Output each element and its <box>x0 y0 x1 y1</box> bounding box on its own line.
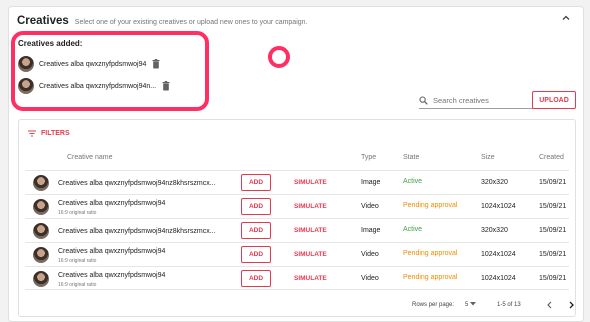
column-header-state: State <box>403 154 420 161</box>
creative-created: 15/09/21 <box>539 203 567 210</box>
add-button[interactable]: ADD <box>241 246 271 263</box>
avatar <box>33 271 49 287</box>
filters-label: FILTERS <box>41 130 70 137</box>
add-button[interactable]: ADD <box>241 198 271 215</box>
avatar <box>33 199 49 215</box>
simulate-button[interactable]: SIMULATE <box>294 275 327 282</box>
creative-created: 15/09/21 <box>539 227 567 234</box>
creative-size: 1024x1024 <box>481 203 516 210</box>
chevron-up-icon[interactable] <box>561 13 571 23</box>
simulate-button[interactable]: SIMULATE <box>294 203 327 210</box>
avatar <box>33 247 49 263</box>
creative-name: Creatives alba qwxznyfpdsmwoj94nz8khsrsz… <box>58 228 216 235</box>
creative-size: 320x320 <box>481 227 508 234</box>
creatives-card: Creatives Select one of your existing cr… <box>8 6 584 322</box>
creative-name: Creatives alba qwxznyfpdsmwoj94nz8khsrsz… <box>58 180 216 187</box>
creative-type: Image <box>361 179 381 186</box>
status-badge: Pending approval <box>403 250 458 257</box>
search-input[interactable] <box>433 96 528 105</box>
chevron-right-icon[interactable] <box>567 300 576 310</box>
creative-type: Video <box>361 203 379 210</box>
caret-down-icon <box>470 302 477 306</box>
filter-icon <box>28 130 36 137</box>
upload-button[interactable]: UPLOAD <box>532 91 576 109</box>
section-header: Creatives Select one of your existing cr… <box>17 15 308 27</box>
avatar <box>33 223 49 239</box>
highlight-annotation-circle <box>268 46 290 68</box>
creative-created: 15/09/21 <box>539 275 567 282</box>
rows-per-page-value: 5 <box>465 302 469 308</box>
search-icon <box>419 96 428 105</box>
column-header-size: Size <box>481 154 495 161</box>
rows-per-page-label: Rows per page: <box>412 302 455 308</box>
search-field[interactable] <box>419 93 537 109</box>
highlight-annotation-box <box>11 31 209 111</box>
creative-size: 320x320 <box>481 179 508 186</box>
add-button[interactable]: ADD <box>241 174 271 191</box>
section-title: Creatives <box>17 15 69 27</box>
chevron-left-icon[interactable] <box>545 300 554 310</box>
status-badge: Pending approval <box>403 202 458 209</box>
table-row: Creatives alba qwxznyfpdsmwoj94 16:9 ori… <box>25 242 569 266</box>
table-row: Creatives alba qwxznyfpdsmwoj94 16:9 ori… <box>25 194 569 218</box>
status-badge: Pending approval <box>403 274 458 281</box>
creative-type: Video <box>361 251 379 258</box>
pagination: Rows per page: 5 1-5 of 13 <box>19 298 577 314</box>
creatives-table-panel: FILTERS Creative name Type State Size Cr… <box>18 119 576 317</box>
creative-type: Image <box>361 227 381 234</box>
table-row: Creatives alba qwxznyfpdsmwoj94nz8khsrsz… <box>25 218 569 242</box>
column-header-name: Creative name <box>67 154 113 161</box>
creative-created: 15/09/21 <box>539 251 567 258</box>
table-row: Creatives alba qwxznyfpdsmwoj94 16:9 ori… <box>25 266 569 290</box>
avatar <box>33 175 49 191</box>
creative-type: Video <box>361 275 379 282</box>
creative-name: Creatives alba qwxznyfpdsmwoj94 <box>58 200 166 207</box>
creative-ratio: 16:9 original ratio <box>58 210 97 216</box>
add-button[interactable]: ADD <box>241 222 271 239</box>
status-badge: Active <box>403 178 423 185</box>
simulate-button[interactable]: SIMULATE <box>294 179 327 186</box>
column-header-created: Created <box>539 154 564 161</box>
section-subtitle: Select one of your existing creatives or… <box>74 19 308 26</box>
simulate-button[interactable]: SIMULATE <box>294 227 327 234</box>
creative-name: Creatives alba qwxznyfpdsmwoj94 <box>58 248 166 255</box>
creative-ratio: 16:9 original ratio <box>58 258 97 264</box>
creative-created: 15/09/21 <box>539 179 567 186</box>
add-button[interactable]: ADD <box>241 270 271 287</box>
column-header-type: Type <box>361 154 377 161</box>
creative-size: 1024x1024 <box>481 251 516 258</box>
creative-name: Creatives alba qwxznyfpdsmwoj94 <box>58 272 166 279</box>
table-row: Creatives alba qwxznyfpdsmwoj94nz8khsrsz… <box>25 170 569 194</box>
rows-per-page-select[interactable]: 5 <box>465 302 477 308</box>
status-badge: Active <box>403 226 423 233</box>
creative-ratio: 16:9 original ratio <box>58 282 97 288</box>
filters-button[interactable]: FILTERS <box>28 130 70 137</box>
pagination-range: 1-5 of 13 <box>497 302 521 308</box>
simulate-button[interactable]: SIMULATE <box>294 251 327 258</box>
creative-size: 1024x1024 <box>481 275 516 282</box>
